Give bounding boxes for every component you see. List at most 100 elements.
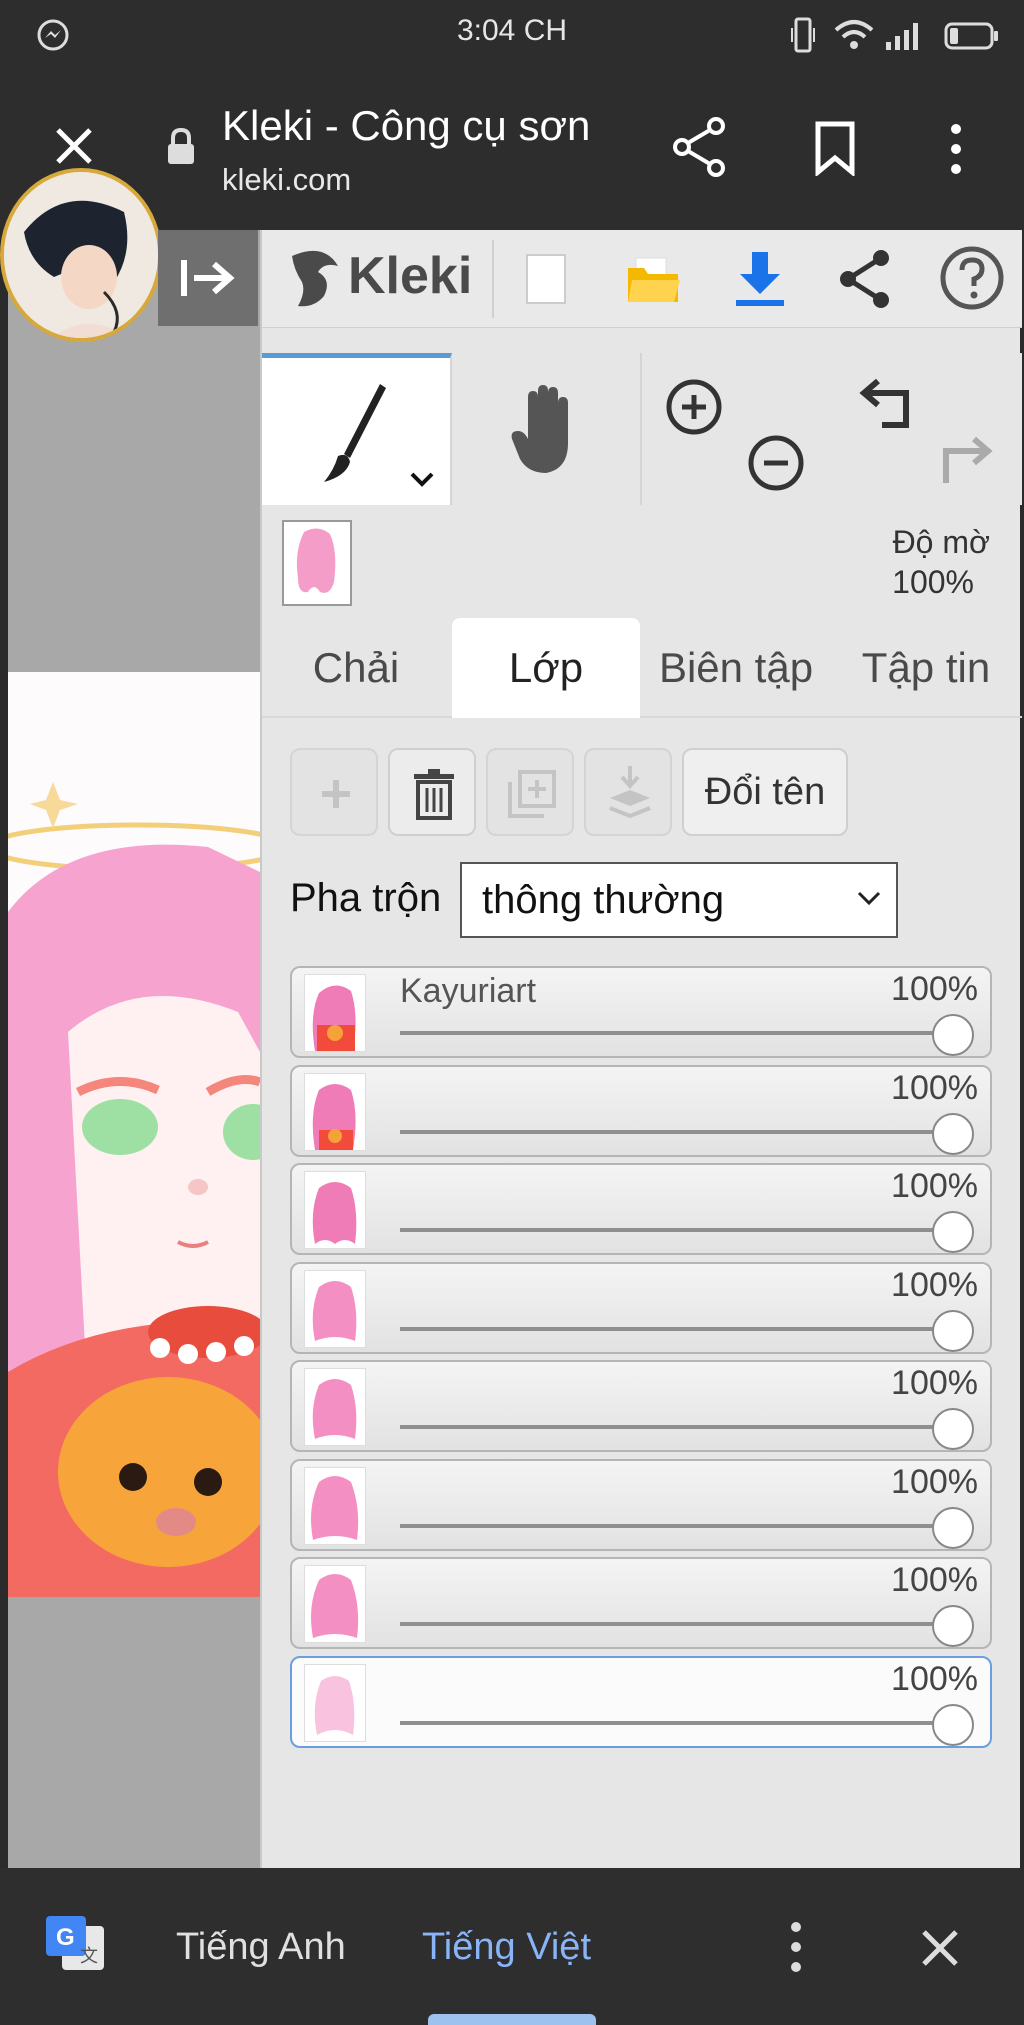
close-icon[interactable]: [918, 1926, 962, 1970]
zoom-in-icon[interactable]: [664, 377, 724, 437]
more-vert-icon[interactable]: [944, 122, 968, 176]
translate-bar: G 文 Tiếng Anh Tiếng Việt: [0, 1868, 1024, 2025]
panel-tabs: Chải Lớp Biên tập Tập tin: [262, 618, 1022, 718]
delete-layer-button[interactable]: [388, 748, 476, 836]
blend-mode-select[interactable]: thông thường: [460, 862, 898, 938]
download-icon[interactable]: [732, 248, 788, 308]
artwork-image: [8, 672, 260, 1597]
phone-vibrate-icon: [791, 17, 815, 53]
brush-preview-image: [296, 528, 336, 593]
kleki-logo-text: Kleki: [348, 247, 473, 305]
layer-opacity-value: 100%: [891, 1561, 978, 1599]
battery-icon: [944, 22, 998, 50]
bookmark-icon[interactable]: [812, 120, 858, 176]
layer-opacity-slider-track[interactable]: [400, 1129, 948, 1134]
layer-opacity-value: 100%: [891, 1265, 978, 1304]
layer-opacity-slider-track[interactable]: [400, 1031, 948, 1035]
rename-layer-button[interactable]: Đổi tên: [682, 748, 848, 836]
brush-preview-thumbnail[interactable]: [282, 520, 352, 606]
topbar-separator: [492, 240, 494, 318]
delete-layer-icon: [414, 769, 454, 820]
layer-row[interactable]: 100%: [290, 1557, 992, 1649]
layer-opacity-slider-handle[interactable]: [932, 1408, 974, 1450]
close-icon[interactable]: [52, 124, 96, 168]
layer-row[interactable]: 100%: [290, 1163, 992, 1255]
help-icon[interactable]: [938, 244, 1006, 312]
more-vert-icon[interactable]: [784, 1920, 808, 1974]
page-url[interactable]: kleki.com: [222, 162, 351, 198]
layer-row[interactable]: 100%: [290, 1064, 992, 1157]
layer-opacity-value: 100%: [891, 1659, 978, 1698]
redo-icon[interactable]: [932, 431, 996, 493]
layer-opacity-slider-handle[interactable]: [932, 1506, 974, 1549]
new-file-icon[interactable]: [524, 252, 568, 306]
layer-opacity-value: 100%: [891, 1167, 978, 1205]
layer-thumbnail: [304, 1466, 366, 1545]
add-layer-icon: [322, 780, 350, 808]
layer-row[interactable]: Kayuriart 100%: [290, 966, 992, 1058]
layer-opacity-slider-handle[interactable]: [932, 1211, 974, 1253]
lang-option-english[interactable]: Tiếng Anh: [176, 1926, 346, 1969]
tab-edit[interactable]: Biên tập: [642, 618, 830, 718]
tool-row: [262, 353, 1022, 505]
collapse-panel-button[interactable]: [158, 230, 258, 326]
layer-thumbnail: [304, 974, 366, 1052]
layer-thumbnail: [304, 1072, 366, 1151]
zoom-out-icon[interactable]: [746, 433, 806, 493]
layer-thumbnail: [304, 1565, 366, 1643]
blend-mode-label: Pha trộn: [290, 876, 442, 920]
layer-opacity-slider-handle[interactable]: [932, 1014, 974, 1056]
layer-opacity-slider-track[interactable]: [400, 1523, 948, 1528]
share-icon[interactable]: [672, 116, 728, 178]
share-icon[interactable]: [836, 248, 894, 310]
svg-text:G: G: [56, 1924, 75, 1951]
duplicate-layer-icon: [508, 770, 556, 818]
tab-layers[interactable]: Lớp: [452, 618, 640, 718]
chevron-down-icon[interactable]: [408, 470, 436, 490]
brush-icon: [324, 384, 386, 482]
tab-file[interactable]: Tập tin: [830, 618, 1022, 718]
layer-opacity-slider-handle[interactable]: [932, 1703, 974, 1746]
undo-icon[interactable]: [856, 373, 920, 435]
add-layer-button[interactable]: [290, 748, 378, 836]
layer-opacity-slider-handle[interactable]: [932, 1605, 974, 1647]
kleki-panel: Kleki Độ mờ 100% Chải Lớp Biên tập Tập t…: [260, 230, 1022, 1868]
layer-row[interactable]: 100%: [290, 1655, 992, 1748]
opacity-label: Độ mờ: [892, 524, 990, 560]
layer-opacity-value: 100%: [891, 1068, 978, 1107]
layer-opacity-slider-track[interactable]: [400, 1326, 948, 1331]
brush-tool-button[interactable]: [262, 353, 452, 505]
layer-thumbnail: [304, 1663, 366, 1742]
lang-option-vietnamese[interactable]: Tiếng Việt: [422, 1926, 591, 1969]
layer-opacity-slider-track[interactable]: [400, 1622, 948, 1626]
layer-opacity-slider-track[interactable]: [400, 1228, 948, 1232]
collapse-panel-icon: [181, 260, 235, 296]
hand-tool-button[interactable]: [452, 353, 642, 505]
duplicate-layer-button[interactable]: [486, 748, 574, 836]
tab-brush[interactable]: Chải: [262, 618, 450, 718]
layer-opacity-slider-track[interactable]: [400, 1425, 948, 1429]
lock-icon: [168, 127, 194, 164]
layer-opacity-value: 100%: [891, 1364, 978, 1402]
blend-mode-value: thông thường: [482, 878, 725, 922]
avatar[interactable]: [0, 168, 162, 342]
kleki-topbar: Kleki: [262, 230, 1022, 328]
layer-row[interactable]: 100%: [290, 1360, 992, 1452]
hand-icon: [511, 385, 568, 473]
merge-down-button[interactable]: [584, 748, 672, 836]
layer-thumbnail: [304, 1269, 366, 1348]
home-indicator: [428, 2014, 596, 2025]
merge-down-icon: [609, 766, 651, 819]
wifi-icon: [834, 20, 874, 49]
layer-opacity-value: 100%: [891, 970, 978, 1008]
artwork-canvas[interactable]: [8, 672, 260, 1597]
layer-opacity-slider-handle[interactable]: [932, 1112, 974, 1155]
layer-name: Kayuriart: [400, 972, 537, 1010]
open-folder-icon[interactable]: [626, 252, 682, 306]
layer-row[interactable]: 100%: [290, 1261, 992, 1354]
google-translate-icon: G 文: [46, 1916, 104, 1970]
layer-opacity-slider-handle[interactable]: [932, 1309, 974, 1352]
layer-row[interactable]: 100%: [290, 1458, 992, 1551]
browser-toolbar: Kleki - Công cụ sơn kleki.com: [0, 72, 1024, 230]
layer-opacity-slider-track[interactable]: [400, 1720, 948, 1725]
